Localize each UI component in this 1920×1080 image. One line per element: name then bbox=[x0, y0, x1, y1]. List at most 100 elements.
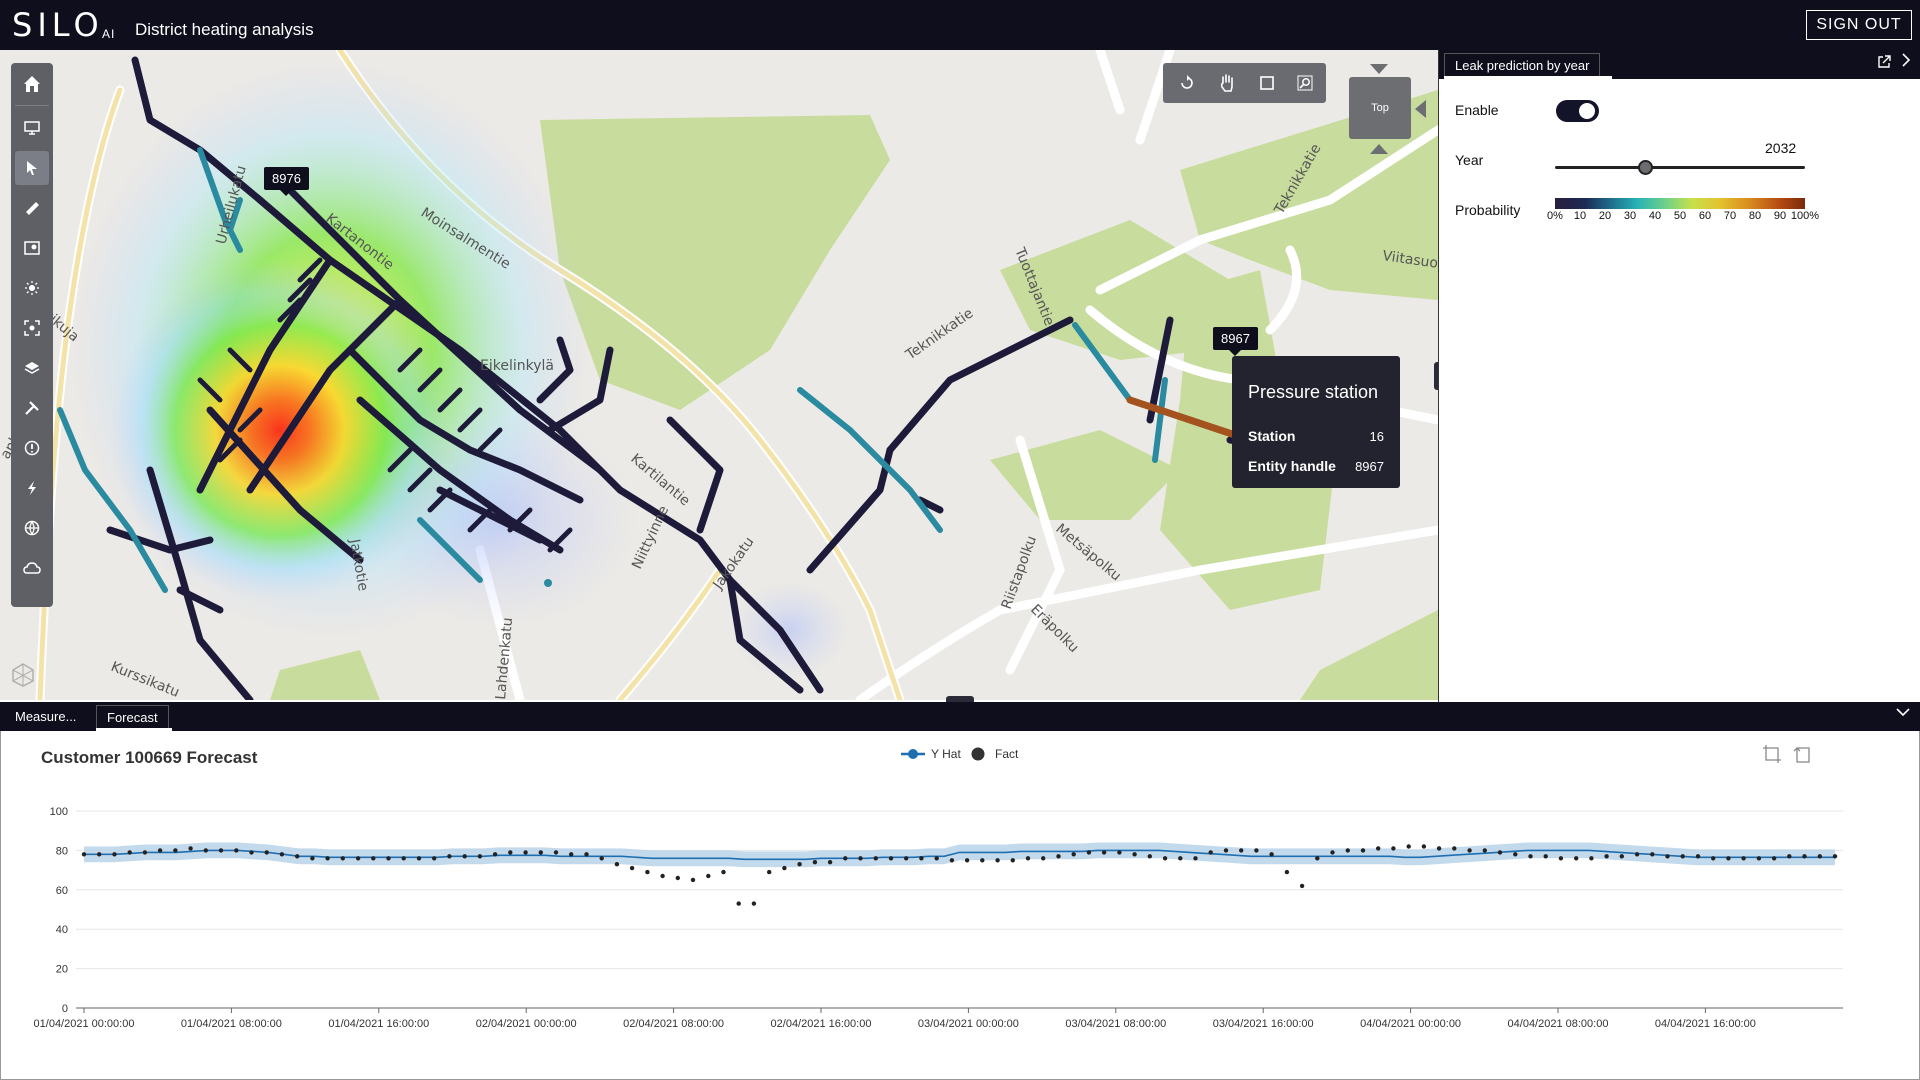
fact-data-point[interactable] bbox=[964, 858, 970, 863]
fact-data-point[interactable] bbox=[1421, 844, 1427, 849]
fact-data-point[interactable] bbox=[1634, 852, 1640, 857]
nav-north-arrow[interactable] bbox=[1370, 64, 1388, 74]
alert-icon[interactable] bbox=[15, 431, 49, 465]
fact-data-point[interactable] bbox=[1741, 856, 1746, 861]
fact-data-point[interactable] bbox=[1771, 856, 1777, 861]
fact-data-point[interactable] bbox=[173, 848, 178, 853]
fact-data-point[interactable] bbox=[767, 869, 772, 875]
compass-icon[interactable] bbox=[10, 662, 36, 688]
monitor-icon[interactable] bbox=[15, 111, 49, 145]
fact-data-point[interactable] bbox=[721, 869, 726, 875]
fact-data-point[interactable] bbox=[569, 852, 574, 857]
fact-data-point[interactable] bbox=[1695, 854, 1701, 859]
fact-data-point[interactable] bbox=[249, 850, 254, 855]
fact-data-point[interactable] bbox=[1467, 848, 1472, 853]
fact-data-point[interactable] bbox=[1756, 856, 1762, 861]
fact-data-point[interactable] bbox=[736, 901, 741, 906]
fact-data-point[interactable] bbox=[1665, 854, 1670, 859]
fact-data-point[interactable] bbox=[462, 854, 467, 859]
fact-data-point[interactable] bbox=[1178, 856, 1183, 861]
fact-data-point[interactable] bbox=[904, 856, 909, 861]
fact-data-point[interactable] bbox=[1802, 854, 1807, 859]
fact-data-point[interactable] bbox=[340, 856, 345, 861]
fact-data-point[interactable] bbox=[508, 850, 513, 855]
fact-data-point[interactable] bbox=[264, 850, 269, 855]
fact-data-point[interactable] bbox=[1817, 854, 1823, 859]
fact-data-point[interactable] bbox=[218, 848, 224, 853]
fact-data-point[interactable] bbox=[203, 848, 208, 853]
fact-data-point[interactable] bbox=[112, 852, 117, 857]
fact-data-point[interactable] bbox=[858, 856, 863, 861]
fact-data-point[interactable] bbox=[1513, 852, 1518, 857]
fact-data-point[interactable] bbox=[1726, 856, 1731, 861]
fact-data-point[interactable] bbox=[142, 850, 148, 855]
fact-data-point[interactable] bbox=[1132, 852, 1137, 857]
forecast-chart[interactable]: Y Hat Fact 0 20 40 60 80 100 01/04/2021 00:00… bbox=[0, 731, 1920, 1080]
fact-data-point[interactable] bbox=[1558, 856, 1564, 861]
fact-data-point[interactable] bbox=[157, 848, 163, 853]
sun-icon[interactable] bbox=[15, 271, 49, 305]
fact-data-point[interactable] bbox=[97, 852, 102, 857]
fact-data-point[interactable] bbox=[1787, 854, 1792, 859]
fact-data-point[interactable] bbox=[553, 850, 559, 855]
fact-data-point[interactable] bbox=[1193, 856, 1198, 861]
cloud-icon[interactable] bbox=[15, 551, 49, 585]
fact-data-point[interactable] bbox=[188, 846, 193, 851]
fact-data-point[interactable] bbox=[1086, 850, 1092, 855]
fact-data-point[interactable] bbox=[1101, 850, 1107, 855]
home-icon[interactable] bbox=[15, 67, 49, 101]
year-slider-thumb[interactable] bbox=[1638, 160, 1653, 175]
fact-data-point[interactable] bbox=[279, 852, 285, 857]
fact-data-point[interactable] bbox=[1436, 846, 1442, 851]
focus-icon[interactable] bbox=[15, 311, 49, 345]
fact-data-point[interactable] bbox=[538, 850, 543, 855]
legend-fact-label[interactable]: Fact bbox=[995, 747, 1019, 761]
fact-data-point[interactable] bbox=[355, 856, 361, 861]
fact-data-point[interactable] bbox=[812, 860, 818, 865]
fact-data-point[interactable] bbox=[127, 850, 132, 855]
nav-east-arrow[interactable] bbox=[1415, 100, 1426, 118]
fact-data-point[interactable] bbox=[1284, 869, 1290, 875]
fact-data-point[interactable] bbox=[1071, 852, 1076, 857]
fact-data-point[interactable] bbox=[1543, 854, 1548, 859]
fact-data-point[interactable] bbox=[690, 877, 696, 883]
fact-data-point[interactable] bbox=[1208, 850, 1213, 855]
year-slider-track[interactable] bbox=[1555, 166, 1805, 169]
fact-data-point[interactable] bbox=[751, 901, 757, 906]
chevron-down-icon[interactable] bbox=[1896, 704, 1910, 722]
fact-data-point[interactable] bbox=[295, 854, 300, 859]
fact-data-point[interactable] bbox=[1223, 848, 1229, 853]
fact-data-point[interactable] bbox=[310, 856, 315, 861]
fact-data-point[interactable] bbox=[873, 856, 878, 861]
fact-data-point[interactable] bbox=[1010, 858, 1015, 863]
navigation-cube[interactable]: Top bbox=[1349, 77, 1411, 139]
fact-data-point[interactable] bbox=[629, 865, 635, 871]
pan-hand-icon[interactable] bbox=[1211, 67, 1243, 99]
fact-data-point[interactable] bbox=[1589, 856, 1594, 861]
ruler-icon[interactable] bbox=[15, 191, 49, 225]
fact-data-point[interactable] bbox=[995, 858, 1000, 863]
zoom-search-icon[interactable] bbox=[1289, 67, 1321, 99]
fact-data-point[interactable] bbox=[447, 854, 452, 859]
fact-data-point[interactable] bbox=[1832, 854, 1838, 859]
map-pin-label[interactable]: 8967 bbox=[1213, 327, 1258, 356]
fact-data-point[interactable] bbox=[1025, 856, 1031, 861]
fact-data-point[interactable] bbox=[1452, 846, 1457, 851]
tab-measure[interactable]: Measure... bbox=[5, 705, 86, 731]
fact-data-point[interactable] bbox=[1147, 854, 1153, 859]
fact-data-point[interactable] bbox=[1345, 848, 1351, 853]
tools-icon[interactable] bbox=[15, 391, 49, 425]
fact-data-point[interactable] bbox=[401, 856, 406, 861]
sign-out-button[interactable]: SIGN OUT bbox=[1806, 10, 1912, 40]
fact-data-point[interactable] bbox=[1117, 850, 1122, 855]
fact-data-point[interactable] bbox=[1041, 856, 1046, 861]
fact-data-point[interactable] bbox=[1391, 846, 1396, 851]
fact-data-point[interactable] bbox=[1619, 854, 1625, 859]
fact-data-point[interactable] bbox=[1604, 854, 1609, 859]
map-marker-icon[interactable] bbox=[15, 231, 49, 265]
chevron-right-icon[interactable] bbox=[1901, 53, 1911, 72]
fact-data-point[interactable] bbox=[325, 856, 330, 861]
fact-data-point[interactable] bbox=[492, 852, 498, 857]
map-pin-label[interactable]: 8976 bbox=[264, 167, 309, 196]
fact-data-point[interactable] bbox=[1497, 850, 1503, 855]
